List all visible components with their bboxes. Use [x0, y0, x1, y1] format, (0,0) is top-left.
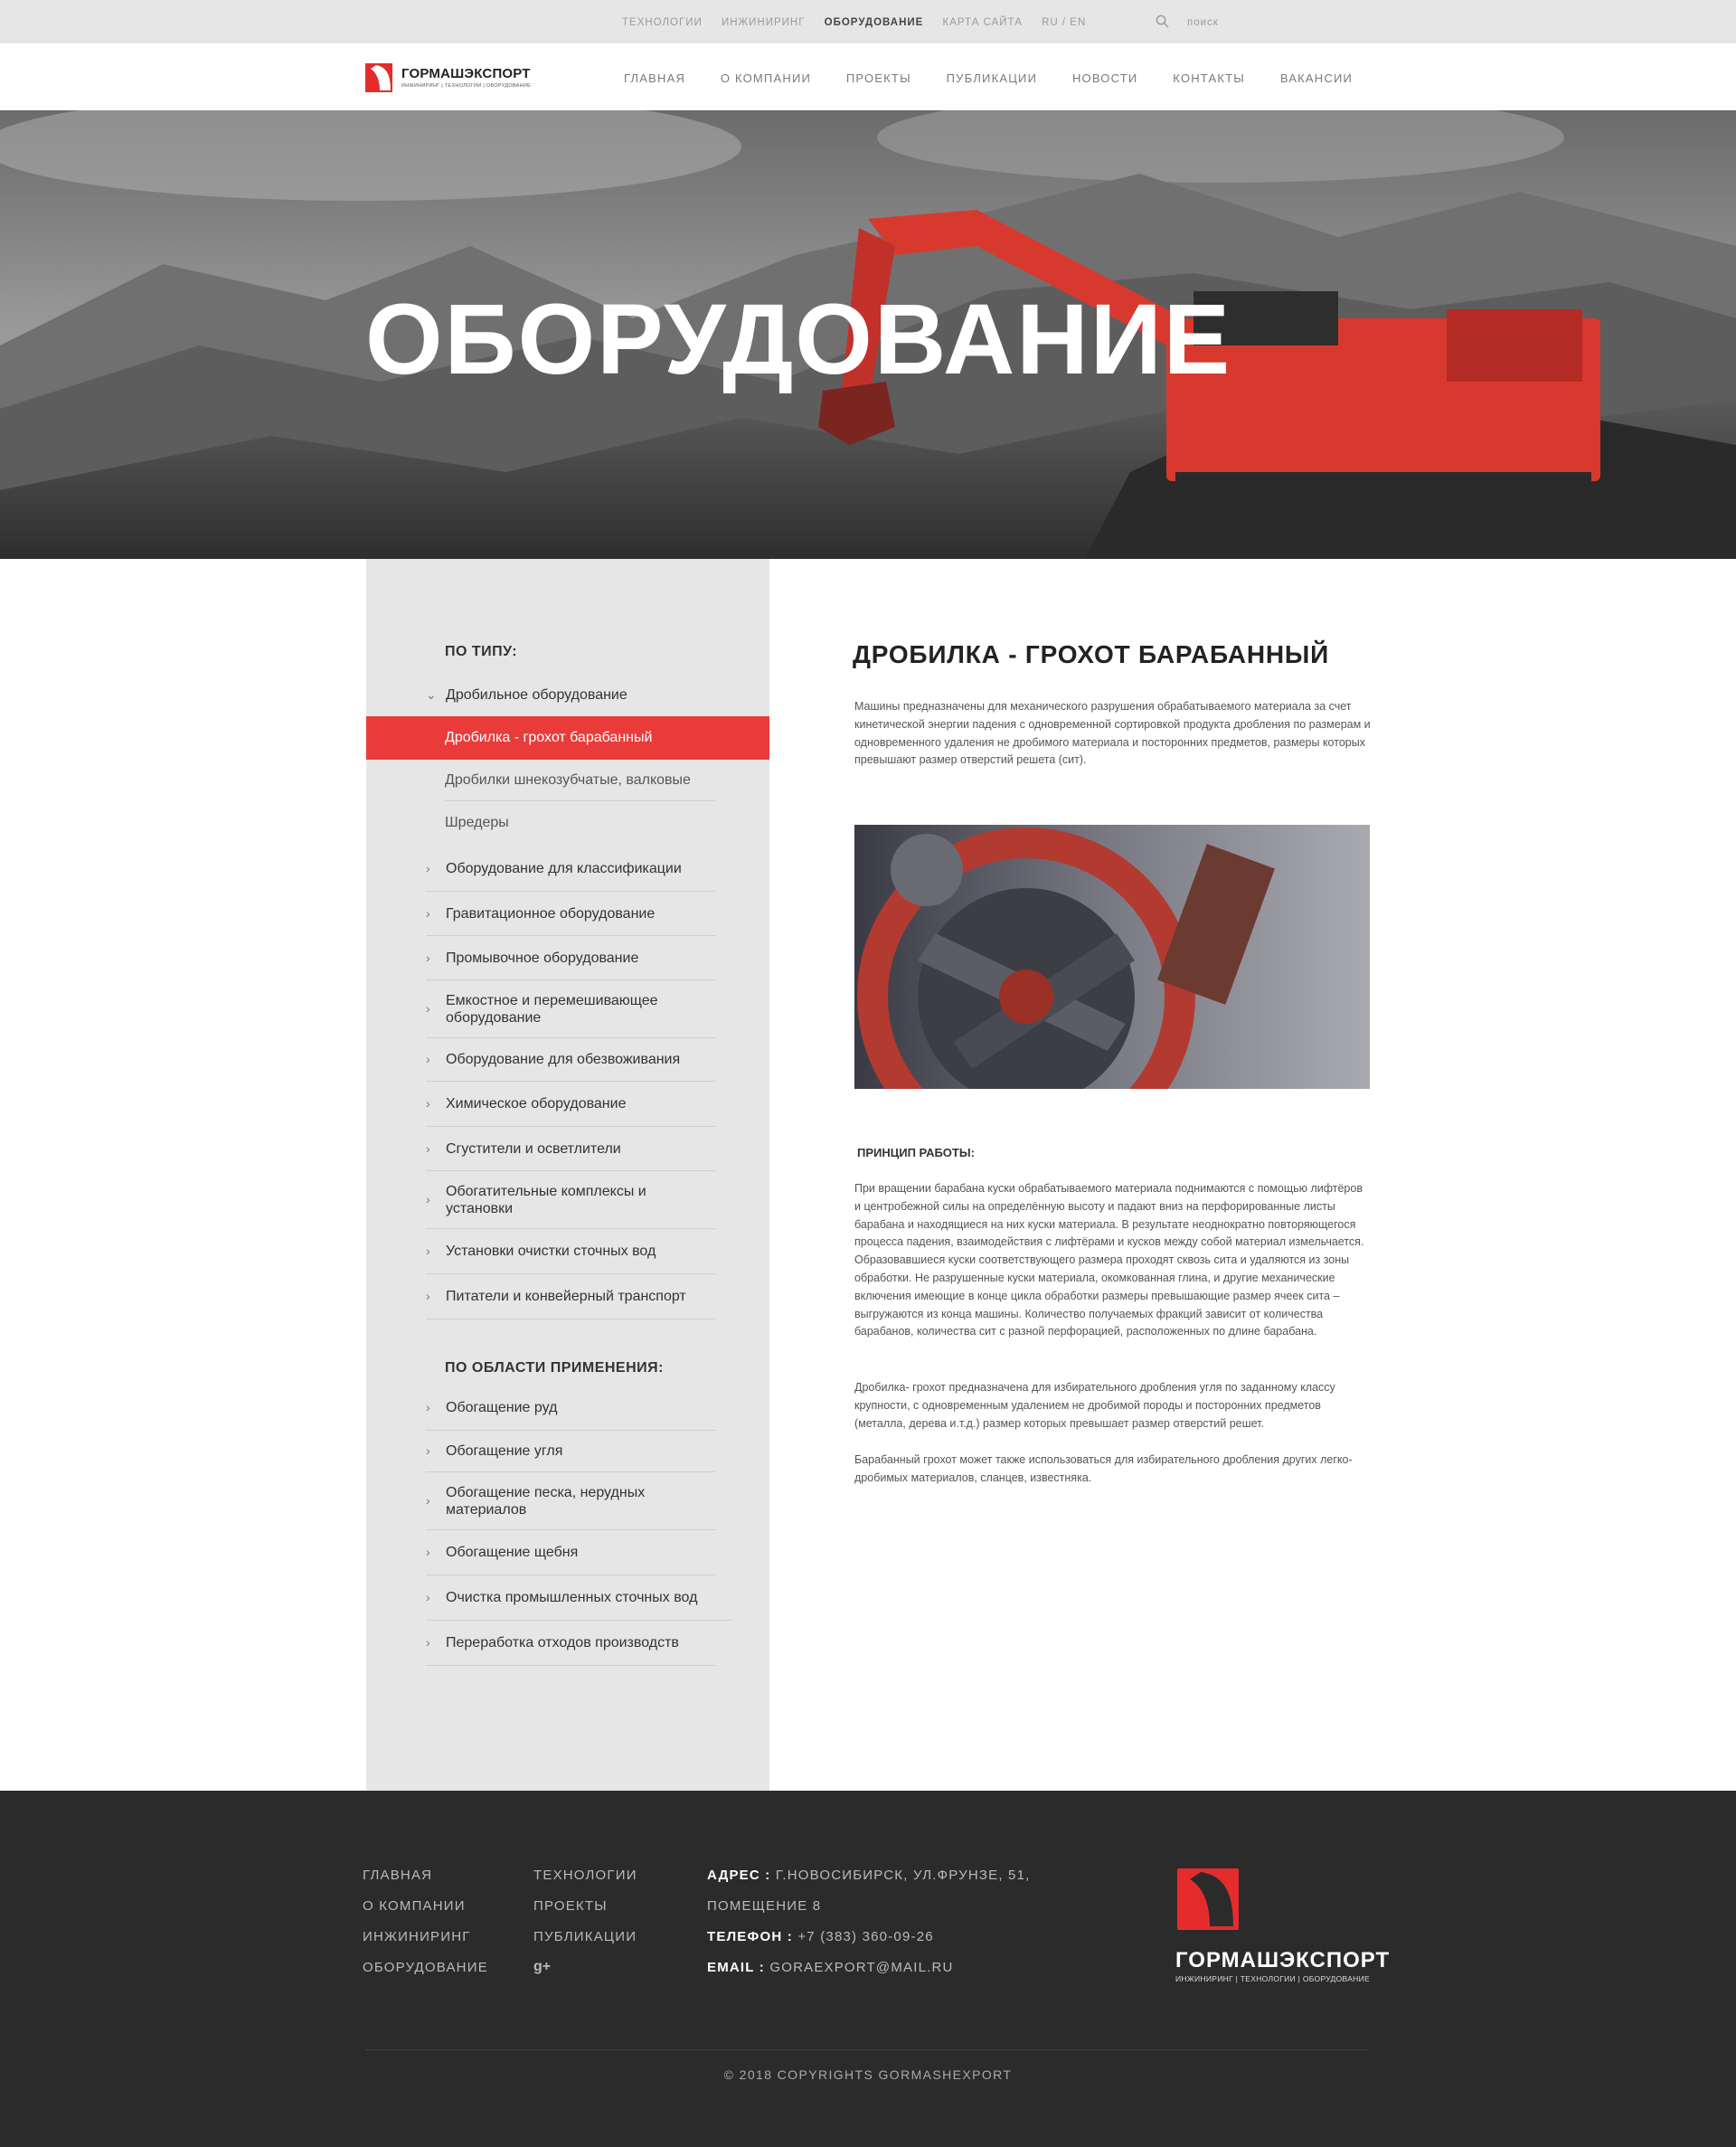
- sidebar-item-feeders-conveyors[interactable]: › Питатели и конвейерный транспорт: [426, 1274, 715, 1319]
- address-value: г.Новосибирск, ул.Фрунзе, 51,: [775, 1868, 1031, 1883]
- sidebar-item-gravel[interactable]: › Обогащение щебня: [426, 1530, 715, 1575]
- utility-link-engineering[interactable]: Инжиниринг: [722, 17, 806, 28]
- sidebar-subitem-shredders[interactable]: Шредеры: [445, 801, 715, 843]
- drum-wheel-illustration: [854, 825, 1370, 1089]
- sidebar-item-crushing[interactable]: ⌄ Дробильное оборудование: [426, 678, 715, 711]
- chevron-right-icon: ›: [426, 1140, 430, 1156]
- logo-brand: ГОРМАШЭКСПОРТ: [401, 66, 531, 81]
- google-plus-icon[interactable]: g+: [533, 1959, 551, 1975]
- chevron-right-icon: ›: [426, 1493, 430, 1508]
- main-header: ГОРМАШЭКСПОРТ ИНЖИНИРИНГ | ТЕХНОЛОГИИ | …: [0, 43, 1736, 110]
- drum-wheel-image: [854, 825, 1370, 1089]
- footer-brand: ГОРМАШЭКСПОРТ: [1175, 1948, 1391, 1972]
- sidebar-item-drum-crusher-active[interactable]: Дробилка - грохот барабанный: [366, 716, 769, 760]
- utility-link-equipment[interactable]: Оборудование: [825, 17, 924, 28]
- main-nav: Главная О компании Проекты Публикации Но…: [624, 71, 1383, 85]
- footer-link-about[interactable]: О компании: [363, 1891, 488, 1922]
- sidebar-item-classification[interactable]: › Оборудование для классификации: [426, 847, 715, 892]
- sidebar-item-tanks-mixing[interactable]: › Емкостное и перемешивающее оборудовани…: [426, 980, 715, 1038]
- chevron-right-icon: ›: [426, 1400, 430, 1414]
- intro-paragraph: Машины предназначены для механического р…: [854, 700, 1371, 767]
- address-value-line2: помещение 8: [707, 1898, 822, 1914]
- chevron-right-icon: ›: [426, 1289, 430, 1303]
- footer-link-engineering[interactable]: Инжиниринг: [363, 1922, 488, 1953]
- chevron-right-icon: ›: [426, 1052, 430, 1066]
- footer-link-technologies[interactable]: Технологии: [533, 1860, 637, 1891]
- nav-about[interactable]: О компании: [721, 71, 811, 85]
- logo-tagline: ИНЖИНИРИНГ | ТЕХНОЛОГИИ | ОБОРУДОВАНИЕ: [401, 83, 532, 89]
- email-value[interactable]: goraexport@mail.ru: [769, 1960, 953, 1975]
- copyright: © 2018 Copyrights GORMASHEXPORT: [723, 2067, 1013, 2082]
- sidebar-heading-by-area: По области применения:: [445, 1360, 664, 1376]
- chevron-right-icon: ›: [426, 1192, 430, 1206]
- nav-projects[interactable]: Проекты: [846, 71, 911, 85]
- utility-link-technologies[interactable]: Технологии: [622, 17, 703, 28]
- nav-news[interactable]: Новости: [1072, 71, 1138, 85]
- principle-paragraph: При вращении барабана куски обрабатываем…: [854, 1182, 1364, 1338]
- phone-value[interactable]: +7 (383) 360-09-26: [797, 1929, 933, 1944]
- chevron-right-icon: ›: [426, 1590, 430, 1604]
- sidebar-item-processing-plants[interactable]: › Обогатительные комплексы и установки: [426, 1171, 715, 1229]
- footer-link-home[interactable]: Главная: [363, 1860, 488, 1891]
- category-sidebar: По типу: ⌄ Дробильное оборудование Дроби…: [366, 559, 769, 1791]
- hero-title: Оборудование: [365, 284, 1232, 395]
- purpose-paragraph: Дробилка- грохот предназначена для избир…: [854, 1381, 1335, 1430]
- footer-link-publications[interactable]: Публикации: [533, 1922, 637, 1953]
- footer-logo-mark-icon: [1177, 1868, 1239, 1930]
- sidebar-subitem-roll-crushers[interactable]: Дробилки шнекозубчатые, валковые: [445, 760, 715, 801]
- footer-contacts: Адрес : г.Новосибирск, ул.Фрунзе, 51, по…: [707, 1860, 1031, 1983]
- nav-contacts[interactable]: Контакты: [1173, 71, 1245, 85]
- chevron-right-icon: ›: [426, 905, 430, 921]
- search-icon[interactable]: [1156, 14, 1169, 28]
- footer-logo[interactable]: ГОРМАШЭКСПОРТ ИНЖИНИРИНГ | ТЕХНОЛОГИИ | …: [1175, 1868, 1389, 1983]
- nav-publications[interactable]: Публикации: [947, 71, 1038, 85]
- phone-label: Телефон :: [707, 1929, 793, 1944]
- extra-paragraph: Барабанный грохот может также использова…: [854, 1453, 1353, 1484]
- sidebar-item-wastewater-units[interactable]: › Установки очистки сточных вод: [426, 1229, 715, 1274]
- footer-links-col1: Главная О компании Инжиниринг Оборудован…: [363, 1860, 488, 1983]
- sidebar-item-coal[interactable]: › Обогащение угля: [426, 1431, 715, 1472]
- nav-vacancies[interactable]: Вакансии: [1280, 71, 1353, 85]
- sidebar-item-washing[interactable]: › Промывочное оборудование: [426, 936, 715, 980]
- sidebar-item-industrial-wastewater[interactable]: › Очистка промышленных сточных вод: [426, 1575, 733, 1621]
- sidebar-item-dewatering[interactable]: › Оборудование для обезвоживания: [426, 1038, 715, 1082]
- principle-heading: Принцип работы:: [857, 1146, 975, 1159]
- chevron-right-icon: ›: [426, 1096, 430, 1111]
- address-label: Адрес :: [707, 1868, 771, 1883]
- sidebar-item-thickeners[interactable]: › Сгустители и осветлители: [426, 1127, 715, 1171]
- chevron-right-icon: ›: [426, 1443, 430, 1458]
- sidebar-item-ore[interactable]: › Обогащение руд: [426, 1386, 715, 1431]
- sidebar-item-waste-recycling[interactable]: › Переработка отходов производств: [426, 1621, 715, 1666]
- hero-banner: Оборудование: [0, 110, 1736, 559]
- language-switch[interactable]: RU / EN: [1042, 17, 1086, 28]
- email-label: Email :: [707, 1960, 765, 1975]
- footer-divider: [365, 2049, 1369, 2050]
- chevron-right-icon: ›: [426, 861, 430, 875]
- utility-links: Технологии Инжиниринг Оборудование Карта…: [622, 17, 1101, 28]
- chevron-right-icon: ›: [426, 1001, 430, 1016]
- footer-tagline: ИНЖИНИРИНГ | ТЕХНОЛОГИИ | ОБОРУДОВАНИЕ: [1175, 1974, 1370, 1983]
- search-label[interactable]: поиск: [1187, 17, 1219, 28]
- footer-link-equipment[interactable]: Оборудование: [363, 1953, 488, 1983]
- sidebar-item-gravity[interactable]: › Гравитационное оборудование: [426, 892, 715, 936]
- sidebar-heading-by-type: По типу:: [445, 644, 518, 659]
- logo-mark-icon: [365, 63, 392, 92]
- chevron-right-icon: ›: [426, 1635, 430, 1650]
- chevron-right-icon: ›: [426, 1545, 430, 1559]
- footer-link-projects[interactable]: Проекты: [533, 1891, 637, 1922]
- chevron-right-icon: ›: [426, 950, 430, 965]
- nav-home[interactable]: Главная: [624, 71, 685, 85]
- footer-links-col2: Технологии Проекты Публикации: [533, 1860, 637, 1953]
- chevron-right-icon: ›: [426, 1244, 430, 1258]
- utility-link-sitemap[interactable]: Карта сайта: [943, 17, 1023, 28]
- chevron-down-icon: ⌄: [426, 686, 437, 702]
- sidebar-item-sand[interactable]: › Обогащение песка, нерудных материалов: [426, 1472, 715, 1530]
- page-title: Дробилка - грохот барабанный: [853, 640, 1330, 668]
- top-utility-bar: Технологии Инжиниринг Оборудование Карта…: [0, 0, 1736, 43]
- sidebar-item-chemical[interactable]: › Химическое оборудование: [426, 1082, 715, 1127]
- site-logo[interactable]: ГОРМАШЭКСПОРТ ИНЖИНИРИНГ | ТЕХНОЛОГИИ | …: [365, 61, 532, 94]
